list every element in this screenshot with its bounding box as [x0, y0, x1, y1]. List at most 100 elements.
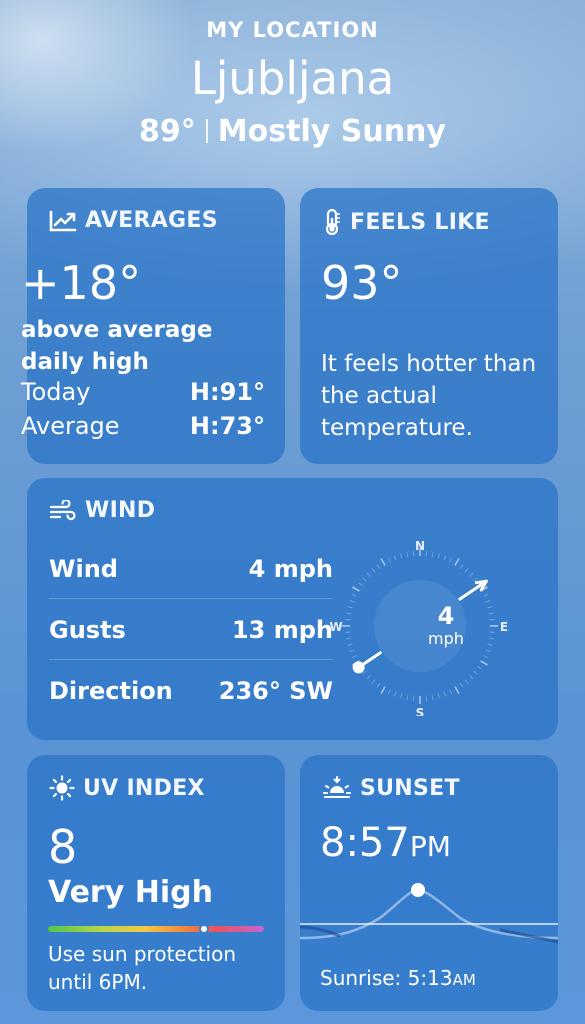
feels-like-card-title: FEELS LIKE — [322, 208, 490, 236]
sun-position-dot — [411, 883, 425, 897]
uv-index-level: Very High — [48, 875, 213, 910]
compass-tick — [464, 679, 469, 684]
wind-title-label: WIND — [85, 498, 156, 523]
compass-tick — [485, 649, 491, 653]
arrow-tail-dot — [352, 661, 365, 674]
compass-tick — [362, 577, 367, 582]
averages-title-label: AVERAGES — [85, 208, 218, 233]
compass-tick — [371, 568, 376, 573]
averages-row-value: H:91° — [189, 378, 265, 406]
wind-card-title: WIND — [49, 498, 155, 523]
averages-row-value: H:73° — [189, 412, 265, 440]
compass-tick — [406, 552, 409, 558]
city-name: Ljubljana — [190, 52, 395, 105]
compass-tick — [443, 555, 447, 561]
thermometer-icon — [322, 208, 342, 236]
uv-index-scale-bar — [48, 926, 264, 932]
compass-tick — [347, 643, 353, 646]
compass-tick — [347, 606, 353, 609]
sun-path-night-curve-left — [300, 925, 341, 938]
compass-tick — [483, 593, 489, 597]
compass-tick — [376, 683, 381, 688]
compass-tick — [437, 693, 440, 699]
averages-description: above average daily high — [21, 317, 213, 375]
current-conditions: 89° Mostly Sunny — [0, 114, 585, 149]
sun-path-chart — [300, 883, 558, 944]
compass-tick — [393, 691, 397, 697]
wind-row-divider — [49, 659, 333, 660]
compass-tick — [488, 612, 494, 615]
compass-tick — [480, 660, 488, 666]
compass-tick — [346, 637, 352, 640]
sun-icon — [49, 775, 75, 801]
divider — [205, 119, 208, 143]
compass-tick — [454, 558, 460, 566]
wind-row-label: Gusts — [49, 616, 126, 644]
compass-tick — [376, 564, 381, 569]
compass-west-label: W — [330, 620, 343, 634]
compass-tick — [393, 555, 397, 561]
wind-compass: N E S W 4 mph — [330, 539, 508, 716]
compass-tick — [464, 568, 469, 573]
feels-like-description: It feels hotter than the actual temperat… — [321, 351, 537, 441]
compass-tick — [454, 686, 460, 694]
chart-line-icon — [49, 210, 77, 232]
compass-tick — [488, 637, 494, 640]
compass-tick — [380, 558, 386, 566]
compass-tick — [351, 593, 357, 597]
uv-index-indicator — [198, 924, 209, 934]
compass-tick — [431, 552, 434, 558]
compass-tick — [406, 694, 409, 700]
averages-row-today: Today H:91° — [21, 378, 265, 406]
compass-tick — [473, 670, 478, 675]
compass-tick — [358, 582, 363, 587]
current-temperature: 89° — [139, 114, 196, 149]
compass-tick — [380, 686, 386, 694]
feels-like-value: 93° — [321, 256, 403, 310]
wind-row-label: Wind — [49, 555, 118, 583]
compass-tick — [351, 655, 357, 659]
averages-row-label: Average — [21, 412, 120, 440]
compass-east-label: E — [500, 620, 508, 634]
compass-speed: 4 — [438, 602, 455, 630]
compass-tick — [352, 586, 360, 592]
compass-tick — [449, 689, 453, 695]
compass-tick — [400, 693, 403, 699]
sun-path-night-curve-right — [499, 928, 558, 944]
compass-tick — [487, 606, 493, 609]
averages-card-title: AVERAGES — [49, 208, 218, 233]
sunset-title-label: SUNSET — [360, 775, 460, 801]
sun-path-day-curve — [300, 888, 558, 940]
feels-like-title-label: FEELS LIKE — [350, 209, 490, 235]
compass-tick — [366, 675, 371, 680]
compass-tick — [349, 599, 355, 603]
compass-tick — [485, 599, 491, 603]
compass-tick — [437, 553, 440, 559]
uv-index-title-label: UV INDEX — [83, 775, 205, 801]
sunset-card-title: SUNSET — [322, 775, 460, 801]
wind-row-value: 13 mph — [231, 616, 333, 644]
wind-icon — [49, 499, 77, 522]
compass-tick — [483, 655, 489, 659]
compass-tick — [469, 572, 474, 577]
compass-tick — [477, 665, 482, 670]
compass-tick — [443, 691, 447, 697]
wind-row-speed: Wind 4 mph — [49, 539, 333, 599]
sunrise-label: Sunrise: 5:13 — [320, 966, 453, 990]
compass-tick — [487, 643, 493, 646]
averages-row-average: Average H:73° — [21, 412, 265, 440]
compass-tick — [459, 564, 464, 569]
compass-tick — [431, 694, 434, 700]
sunrise-ampm: AM — [452, 971, 476, 989]
condition-text: Mostly Sunny — [217, 114, 446, 149]
compass-tick — [349, 649, 355, 653]
uv-index-card-title: UV INDEX — [49, 775, 205, 801]
compass-tick — [449, 557, 453, 563]
wind-row-label: Direction — [49, 677, 173, 705]
compass-south-label: S — [416, 706, 425, 716]
averages-row-label: Today — [21, 378, 91, 406]
compass-tick — [366, 572, 371, 577]
wind-row-value: 236° SW — [218, 677, 333, 705]
wind-row-gusts: Gusts 13 mph — [49, 600, 333, 660]
compass-unit: mph — [428, 629, 464, 648]
